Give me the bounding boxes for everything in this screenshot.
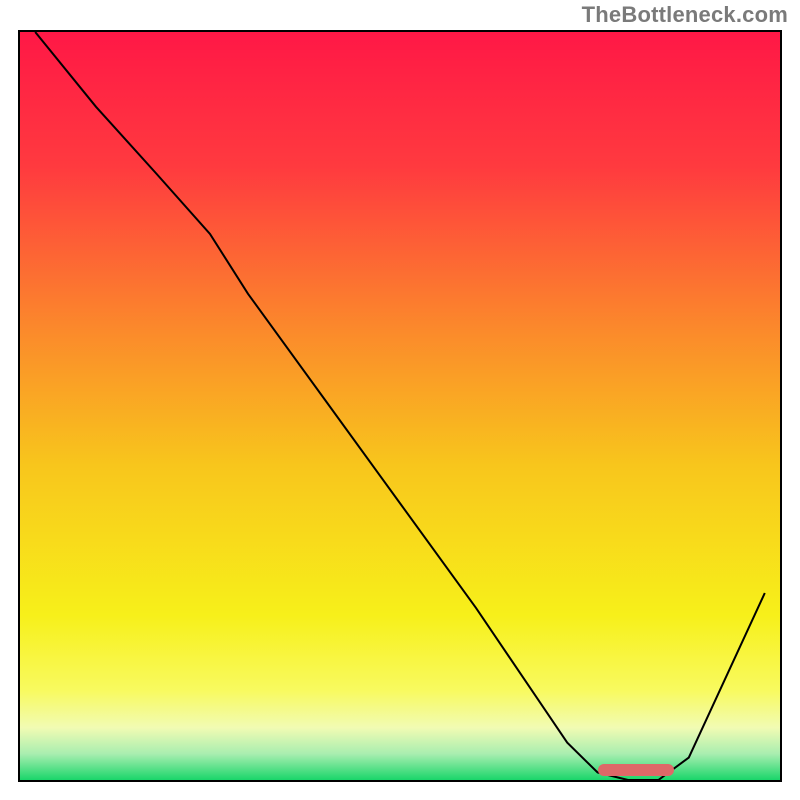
optimal-range-marker [598,764,674,776]
bottleneck-curve [35,32,765,780]
chart-stage: TheBottleneck.com [0,0,800,800]
watermark-text: TheBottleneck.com [582,2,788,28]
curve-layer [20,32,780,780]
plot-frame [18,30,782,782]
